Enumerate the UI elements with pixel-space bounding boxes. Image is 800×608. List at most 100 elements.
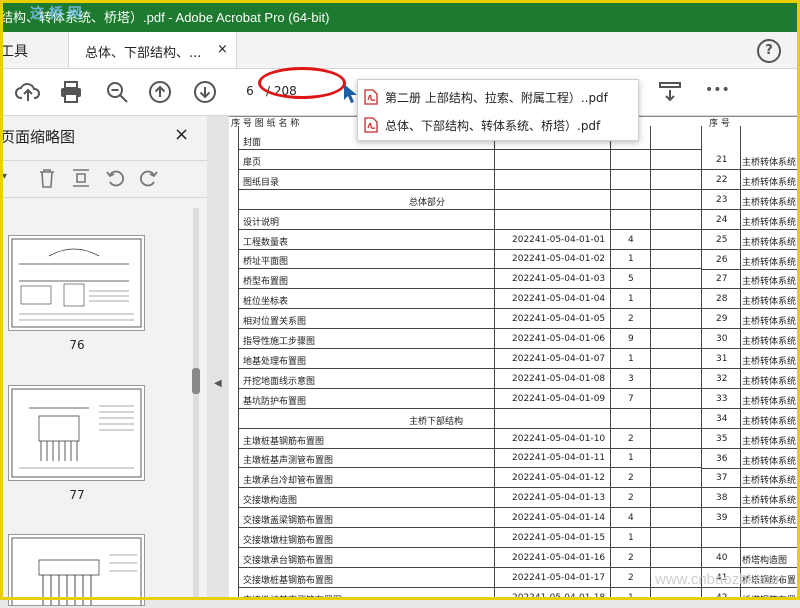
red-ellipse-annotation [258, 67, 346, 99]
drawing-name: 主桥转体系统 [742, 178, 797, 188]
pdf-file-icon [364, 89, 378, 105]
help-icon[interactable]: ? [757, 39, 781, 63]
row-number: 27 [716, 274, 728, 284]
close-panel-icon[interactable]: × [174, 124, 189, 145]
flyout-item-volume-2[interactable]: 第二册 上部结构、拉索、附属工程）..pdf [358, 83, 638, 111]
flyout-item-volume-1[interactable]: 总体、下部结构、转体系统、桥塔）.pdf [358, 111, 638, 139]
panel-toolbar: ▾ [0, 160, 207, 198]
overlay-watermark: 这 桥 网 [30, 6, 82, 22]
row-number: 31 [716, 354, 728, 364]
row-number: 37 [716, 473, 728, 483]
drawing-name: 主桥转体系统 [742, 496, 797, 506]
row-number: 24 [716, 215, 728, 225]
zoom-out-icon[interactable] [104, 79, 130, 105]
thumbnail-drawing [11, 388, 142, 478]
drawing-name: 主桥转体系统 [742, 476, 797, 486]
table-row-right: 27 主桥转体系统 [229, 269, 800, 289]
row-number: 33 [716, 394, 728, 404]
flyout-item-label: 总体、下部结构、转体系统、桥塔）.pdf [385, 119, 601, 133]
row-number: 23 [716, 195, 728, 205]
table-row-right: 33 主桥转体系统 [229, 389, 800, 409]
table-row-right: 37 主桥转体系统 [229, 468, 800, 488]
table-row-right: 36 主桥转体系统 [229, 449, 800, 469]
row-number: 26 [716, 255, 728, 265]
thumbnail-drawing [11, 238, 142, 328]
drawing-name: 主桥转体系统 [742, 158, 797, 168]
scrollbar-track [193, 208, 199, 598]
page-thumbnail-76[interactable] [8, 235, 145, 331]
panel-collapse-strip[interactable]: ◀ [207, 116, 229, 600]
thumbnail-drawing [11, 537, 142, 608]
scroll-mode-icon[interactable] [657, 79, 683, 105]
site-watermark: www.cnbaozhi.com [655, 571, 784, 588]
upload-cloud-icon[interactable] [15, 79, 41, 105]
table-row-right: 32 主桥转体系统 [229, 369, 800, 389]
table-row-right: 22 主桥转体系统 [229, 170, 800, 190]
insert-pages-icon[interactable] [70, 167, 92, 192]
drawing-name: 主桥转体系统 [742, 317, 797, 327]
thumbnail-scrollbar[interactable] [190, 208, 202, 598]
thumbnails-panel: 页面缩略图 × ▾ 76 77 [0, 116, 208, 608]
collapse-arrow-icon[interactable]: ◀ [214, 378, 222, 389]
flyout-item-label: 第二册 上部结构、拉索、附属工程）..pdf [385, 91, 608, 105]
more-icon[interactable]: ••• [705, 82, 731, 108]
row-number: 40 [716, 553, 728, 563]
drawing-name: 主桥转体系统 [742, 397, 797, 407]
table-row-right: 38 主桥转体系统 [229, 488, 800, 508]
row-number: 42 [716, 593, 728, 600]
delete-icon[interactable] [36, 167, 58, 192]
document-tab[interactable]: 总体、下部结构、... × [68, 32, 237, 68]
drawing-name: 桥塔构造图 [742, 556, 788, 566]
table-row-right: 25 主桥转体系统 [229, 230, 800, 250]
drawing-name: 主桥转体系统 [742, 457, 797, 467]
scrollbar-thumb[interactable] [192, 368, 200, 394]
rotate-ccw-icon[interactable] [104, 167, 126, 192]
menu-bar: 工具 总体、下部结构、... × ? [0, 32, 800, 69]
drawing-name: 主桥转体系统 [742, 277, 797, 287]
row-number: 25 [716, 235, 728, 245]
drawing-name: 主桥转体系统 [742, 357, 797, 367]
table-row-right: 34 主桥转体系统 [229, 409, 800, 429]
column-header-right: 序 号 [709, 119, 730, 129]
rotate-cw-icon[interactable] [138, 167, 160, 192]
thumbnail-page-number: 77 [69, 488, 85, 502]
page-up-icon[interactable] [147, 79, 173, 105]
tab-list-flyout: 第二册 上部结构、拉索、附属工程）..pdf 总体、下部结构、转体系统、桥塔）.… [357, 79, 639, 141]
row-number: 32 [716, 374, 728, 384]
drawing-name: 桥塔钢筋布置 [742, 593, 796, 600]
table-row-right: 24 主桥转体系统 [229, 210, 800, 230]
table-row-right: 30 主桥转体系统 [229, 329, 800, 349]
drawing-name: 主桥转体系统 [742, 417, 797, 427]
tools-tab[interactable]: 工具 [0, 41, 28, 61]
table-row-right: 39 主桥转体系统 [229, 508, 800, 528]
drawing-name: 主桥转体系统 [742, 516, 797, 526]
drawing-name: 主桥转体系统 [742, 218, 797, 228]
column-header-left: 序 号 图 纸 名 称 [231, 119, 300, 129]
row-number: 38 [716, 493, 728, 503]
page-thumbnail-78[interactable] [8, 534, 145, 608]
page-thumbnail-77[interactable] [8, 385, 145, 481]
table-row-right: 26 主桥转体系统 [229, 250, 800, 270]
row-number: 29 [716, 314, 728, 324]
dropdown-caret-icon[interactable]: ▾ [2, 171, 7, 182]
table-row-right: 28 主桥转体系统 [229, 289, 800, 309]
row-number: 22 [716, 175, 728, 185]
drawing-name: 主桥转体系统 [742, 238, 797, 248]
table-row-right: 42 桥塔钢筋布置 [229, 588, 800, 600]
table-row-right: 29 主桥转体系统 [229, 309, 800, 329]
document-view: 序 号 图 纸 名 称 序 号 封面 扉页 图纸目录 总体部分 设计说明 工程数量表 202… [229, 116, 800, 600]
page-down-icon[interactable] [192, 79, 218, 105]
table-row-right [229, 528, 800, 548]
print-icon[interactable] [58, 79, 84, 105]
table-row-right: 40 桥塔构造图 [229, 548, 800, 568]
thumbnail-page-number: 76 [69, 338, 85, 352]
pdf-file-icon [364, 117, 378, 133]
title-bar: 结构、转体系统、桥塔）.pdf - Adobe Acrobat Pro (64-… [0, 0, 800, 32]
drawing-name: 封面 [243, 138, 262, 148]
document-tab-label: 总体、下部结构、... [85, 46, 202, 61]
row-number: 36 [716, 454, 728, 464]
close-tab-icon[interactable]: × [217, 42, 228, 57]
drawing-name: 主桥转体系统 [742, 198, 797, 208]
row-number: 30 [716, 334, 728, 344]
row-number: 35 [716, 434, 728, 444]
